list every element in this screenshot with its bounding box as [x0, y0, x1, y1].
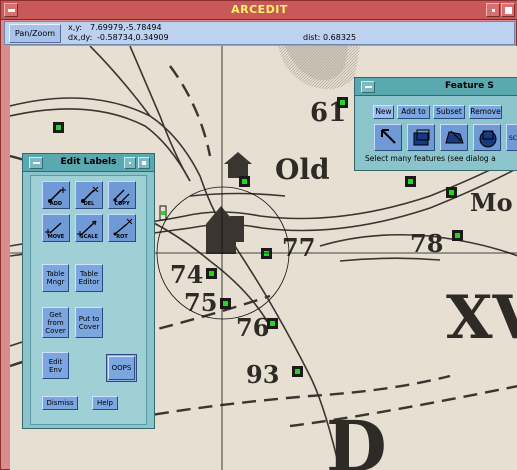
oops-button[interactable]: OOPS	[108, 356, 135, 380]
delete-label-text: DEL	[83, 201, 95, 207]
map-label-mo: Mo	[470, 188, 513, 217]
minimize-icon	[492, 9, 495, 12]
add-to-selection-button[interactable]: Add to	[397, 105, 430, 119]
edit-labels-dialog: Edit Labels ADD DEL COPY MOVE SCALE ROT …	[22, 153, 155, 429]
map-label-d: D	[326, 405, 387, 470]
xy-value: 7.69979,-5.78494	[90, 23, 162, 32]
move-label-tool[interactable]: MOVE	[42, 214, 70, 242]
select-polygon-tool[interactable]	[440, 124, 468, 151]
move-label-text: MOVE	[47, 234, 65, 240]
map-label-93: 93	[246, 360, 279, 389]
dialog-menu-button[interactable]	[361, 81, 375, 93]
feature-selection-status: Select many features (see dialog a	[365, 154, 496, 163]
maximize-button[interactable]	[501, 3, 515, 17]
minimize-button[interactable]	[486, 3, 500, 17]
menu-bar-icon	[365, 86, 372, 88]
map-label-74: 74	[170, 260, 203, 289]
box-select-icon	[413, 129, 430, 146]
dist-value: 0.68325	[323, 33, 357, 42]
screen-select-icon: SCR	[509, 135, 517, 142]
delete-label-tool[interactable]: DEL	[75, 181, 103, 209]
title-bar[interactable]: ARCEDIT	[1, 1, 517, 20]
add-label-tool[interactable]: ADD	[42, 181, 70, 209]
table-manager-button[interactable]: Table Mngr	[42, 264, 69, 292]
window-title: ARCEDIT	[231, 3, 288, 16]
arcedit-window: ARCEDIT Pan/Zoom x,y: 7.69979,-5.78494 d…	[0, 0, 517, 470]
new-selection-button[interactable]: New	[373, 105, 394, 119]
subset-selection-button[interactable]: Subset	[433, 105, 465, 119]
edit-env-button[interactable]: Edit Env	[42, 352, 69, 379]
circle-select-icon	[479, 130, 497, 148]
copy-label-tool[interactable]: COPY	[108, 181, 136, 209]
svg-text:SCR: SCR	[509, 135, 517, 142]
rotate-label-tool[interactable]: ROT	[108, 214, 136, 242]
put-to-cover-button[interactable]: Put to Cover	[75, 307, 103, 338]
map-label-76: 76	[236, 313, 269, 342]
xy-label: x,y:	[68, 23, 83, 32]
copy-label-text: COPY	[114, 201, 130, 207]
dxdy-label: dx,dy:	[68, 33, 93, 42]
dialog-minimize-button[interactable]	[124, 157, 136, 169]
select-pointer-tool[interactable]	[374, 124, 402, 151]
pan-zoom-button[interactable]: Pan/Zoom	[9, 24, 61, 43]
scale-label-text: SCALE	[80, 234, 98, 240]
select-box-tool[interactable]	[407, 124, 435, 151]
remove-selection-button[interactable]: Remove	[469, 105, 502, 119]
map-label-75: 75	[184, 288, 217, 317]
feature-selection-titlebar[interactable]: Feature S	[355, 78, 517, 96]
maximize-icon	[142, 161, 146, 165]
minimize-icon	[129, 162, 131, 164]
map-label-xv: XV	[446, 283, 517, 353]
dist-label: dist:	[303, 33, 321, 42]
arrow-pointer-icon	[381, 129, 396, 144]
maximize-icon	[505, 7, 512, 14]
dismiss-button[interactable]: Dismiss	[42, 396, 78, 410]
scale-label-tool[interactable]: SCALE	[75, 214, 103, 242]
dialog-maximize-button[interactable]	[138, 157, 150, 169]
get-from-cover-button[interactable]: Get from Cover	[42, 307, 69, 338]
feature-selection-title: Feature S	[445, 81, 494, 91]
polygon-select-icon	[445, 130, 464, 144]
dxdy-value: -0.58734,0.34909	[97, 33, 169, 42]
table-editor-button[interactable]: Table Editor	[75, 264, 103, 292]
select-screen-tool[interactable]: SCR	[506, 124, 517, 151]
select-circle-tool[interactable]	[473, 124, 501, 151]
map-label-old: Old	[275, 153, 330, 186]
edit-labels-titlebar[interactable]: Edit Labels	[23, 154, 154, 172]
feature-selection-dialog: Feature S New Add to Subset Remove SCR S…	[354, 77, 517, 171]
edit-labels-panel: ADD DEL COPY MOVE SCALE ROT Table Mngr T…	[30, 175, 147, 425]
map-label-78: 78	[410, 229, 443, 258]
rotate-label-text: ROT	[116, 234, 128, 240]
add-label-text: ADD	[49, 201, 63, 207]
help-button[interactable]: Help	[92, 396, 118, 410]
coordinate-info-bar: Pan/Zoom x,y: 7.69979,-5.78494 dx,dy: -0…	[4, 21, 515, 45]
